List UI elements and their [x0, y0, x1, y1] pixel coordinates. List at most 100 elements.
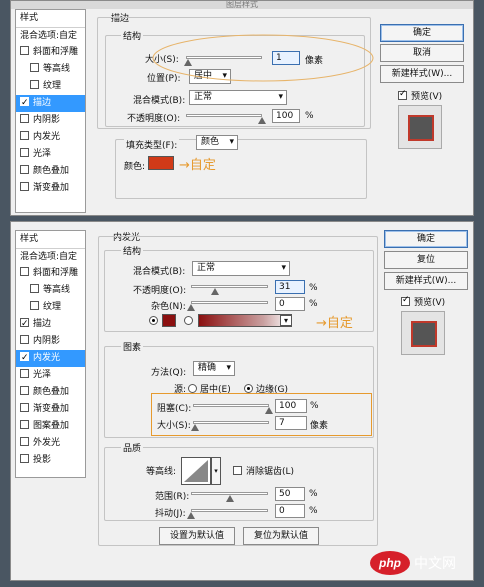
- style-item-label: 等高线: [43, 64, 71, 74]
- ok-button[interactable]: 确定: [380, 24, 464, 42]
- checkbox-icon[interactable]: [30, 301, 39, 310]
- style-item-8[interactable]: 渐变叠加: [16, 401, 85, 418]
- style-item-3[interactable]: 描边: [16, 316, 85, 333]
- noise-label: 杂色(N):: [151, 302, 186, 312]
- range-input[interactable]: 50: [275, 487, 305, 501]
- fill-type-select[interactable]: 颜色: [196, 135, 238, 150]
- style-item-label: 描边: [33, 98, 52, 108]
- checkbox-icon[interactable]: [30, 284, 39, 293]
- checkbox-icon[interactable]: [20, 369, 29, 378]
- reset-default-button[interactable]: 复位为默认值: [243, 527, 319, 545]
- logo-text: php: [378, 556, 401, 570]
- opacity-input[interactable]: 100: [272, 109, 300, 123]
- style-item-11[interactable]: 投影: [16, 452, 85, 469]
- noise-slider[interactable]: [191, 301, 268, 304]
- style-item-7[interactable]: 颜色叠加: [16, 384, 85, 401]
- range-slider-thumb[interactable]: [225, 495, 234, 502]
- style-item-8[interactable]: 渐变叠加: [16, 180, 85, 197]
- checkbox-icon[interactable]: [20, 386, 29, 395]
- set-default-button[interactable]: 设置为默认值: [159, 527, 235, 545]
- cancel-button[interactable]: 取消: [380, 44, 464, 62]
- check-icon[interactable]: [20, 316, 29, 333]
- gradient-radio[interactable]: [184, 316, 196, 327]
- style-item-6[interactable]: 光泽: [16, 146, 85, 163]
- checkbox-icon[interactable]: [20, 148, 29, 157]
- checkbox-icon[interactable]: [20, 46, 29, 55]
- annotation-custom: →自定: [179, 158, 216, 173]
- preview-thumbnail: [411, 321, 437, 347]
- style-item-0[interactable]: 斜面和浮雕: [16, 44, 85, 61]
- styles-header[interactable]: 样式: [16, 231, 85, 248]
- check-icon[interactable]: [20, 95, 29, 112]
- blend-options-item[interactable]: 混合选项:自定: [16, 248, 85, 265]
- blend-mode-select[interactable]: 正常: [192, 261, 290, 276]
- stroke-color-swatch[interactable]: [148, 156, 174, 170]
- new-style-button[interactable]: 新建样式(W)...: [384, 272, 468, 290]
- style-item-label: 斜面和浮雕: [33, 47, 79, 57]
- style-item-1[interactable]: 等高线: [16, 282, 85, 299]
- jitter-slider-thumb[interactable]: [187, 512, 195, 519]
- style-preview: [398, 105, 442, 149]
- checkbox-icon[interactable]: [20, 182, 29, 191]
- checkbox-icon[interactable]: [20, 165, 29, 174]
- dialog-title: 图层样式: [11, 1, 473, 9]
- quality-title: 品质: [121, 441, 144, 454]
- checkbox-icon[interactable]: [20, 420, 29, 429]
- style-item-label: 斜面和浮雕: [33, 268, 79, 278]
- gradient-swatch[interactable]: [198, 314, 292, 327]
- style-item-4[interactable]: 内阴影: [16, 333, 85, 350]
- preview-label: 预览(V): [414, 298, 446, 308]
- opacity-slider[interactable]: [191, 285, 268, 288]
- glow-color-swatch[interactable]: [162, 314, 176, 327]
- style-item-2[interactable]: 纹理: [16, 78, 85, 95]
- ok-button[interactable]: 确定: [384, 230, 468, 248]
- styles-header[interactable]: 样式: [16, 10, 85, 27]
- blend-mode-select[interactable]: 正常: [189, 90, 287, 105]
- contour-picker[interactable]: [181, 457, 211, 485]
- style-item-label: 颜色叠加: [33, 387, 70, 397]
- style-item-2[interactable]: 纹理: [16, 299, 85, 316]
- jitter-slider[interactable]: [191, 509, 268, 512]
- php-logo-icon: php 中文网: [370, 551, 456, 575]
- noise-input[interactable]: 0: [275, 297, 305, 311]
- gradient-dropdown-icon[interactable]: ▾: [280, 315, 292, 326]
- checkbox-icon[interactable]: [30, 63, 39, 72]
- style-item-4[interactable]: 内阴影: [16, 112, 85, 129]
- checkbox-icon[interactable]: [30, 80, 39, 89]
- color-radio[interactable]: [149, 316, 161, 327]
- style-item-0[interactable]: 斜面和浮雕: [16, 265, 85, 282]
- checkbox-icon[interactable]: [20, 454, 29, 463]
- style-item-5[interactable]: 内发光: [16, 350, 85, 367]
- opacity-input[interactable]: 31: [275, 280, 305, 294]
- watermark-text: 中文网: [414, 556, 456, 572]
- style-item-6[interactable]: 光泽: [16, 367, 85, 384]
- checkbox-icon[interactable]: [20, 131, 29, 140]
- blend-options-item[interactable]: 混合选项:自定: [16, 27, 85, 44]
- reset-button[interactable]: 复位: [384, 251, 468, 269]
- antialias-checkbox[interactable]: 消除锯齿(L): [233, 464, 294, 477]
- noise-slider-thumb[interactable]: [187, 304, 195, 311]
- style-item-7[interactable]: 颜色叠加: [16, 163, 85, 180]
- style-item-1[interactable]: 等高线: [16, 61, 85, 78]
- style-item-3[interactable]: 描边: [16, 95, 85, 112]
- style-item-label: 内发光: [33, 353, 61, 363]
- checkbox-icon[interactable]: [20, 335, 29, 344]
- jitter-input[interactable]: 0: [275, 504, 305, 518]
- preview-checkbox[interactable]: 预览(V): [401, 295, 445, 308]
- checkbox-icon[interactable]: [20, 267, 29, 276]
- style-item-9[interactable]: 图案叠加: [16, 418, 85, 435]
- method-select[interactable]: 精确: [193, 361, 235, 376]
- contour-label: 等高线:: [146, 467, 177, 477]
- opacity-slider-thumb[interactable]: [258, 117, 266, 124]
- checkbox-icon[interactable]: [20, 403, 29, 412]
- preview-checkbox[interactable]: 预览(V): [398, 89, 442, 102]
- checkbox-icon[interactable]: [20, 437, 29, 446]
- new-style-button[interactable]: 新建样式(W)...: [380, 65, 464, 83]
- check-icon[interactable]: [20, 350, 29, 367]
- contour-dropdown-icon[interactable]: ▾: [211, 457, 221, 485]
- opacity-slider[interactable]: [186, 114, 262, 117]
- opacity-slider-thumb[interactable]: [210, 288, 219, 295]
- style-item-5[interactable]: 内发光: [16, 129, 85, 146]
- checkbox-icon[interactable]: [20, 114, 29, 123]
- style-item-10[interactable]: 外发光: [16, 435, 85, 452]
